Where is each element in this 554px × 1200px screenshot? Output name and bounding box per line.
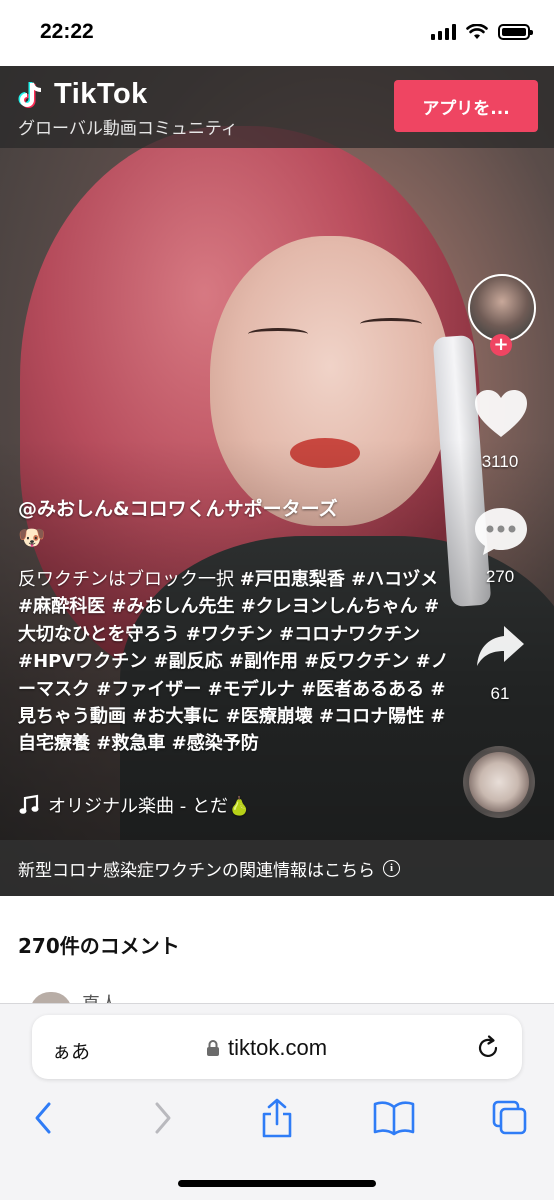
commenter-name[interactable]: 直人: [82, 990, 118, 1004]
wifi-icon: [466, 24, 488, 39]
hashtag-link[interactable]: #反ワクチン: [298, 651, 409, 672]
hashtag-link[interactable]: #ワクチン: [179, 624, 273, 645]
author-emoji: 🐶: [18, 526, 46, 551]
hashtag-link[interactable]: #感染予防: [165, 733, 259, 754]
share-sheet-icon[interactable]: [258, 1098, 296, 1138]
back-icon[interactable]: [30, 1098, 58, 1138]
tiktok-subtitle: グローバル動画コミュニティ: [18, 119, 238, 139]
hashtag-link[interactable]: #麻酔科医: [18, 596, 105, 617]
hashtag-list: #戸田恵梨香 #ハコヅメ #麻酔科医 #みおしん先生 #クレヨンしんちゃん #大…: [18, 569, 449, 754]
comment-icon[interactable]: [473, 505, 529, 557]
covid-info-banner[interactable]: 新型コロナ感染症ワクチンの関連情報はこちら i: [0, 840, 554, 896]
lock-icon: [207, 1040, 219, 1056]
bookmarks-icon[interactable]: [372, 1098, 416, 1138]
tabs-icon[interactable]: [490, 1098, 530, 1138]
hashtag-link[interactable]: #医者あるある: [295, 679, 424, 700]
music-title: オリジナル楽曲 - とだ🍐: [48, 796, 251, 817]
comment-count: 270: [485, 567, 515, 586]
hashtag-link[interactable]: #クレヨンしんちゃん: [234, 596, 418, 617]
status-bar: 22:22: [0, 0, 554, 66]
info-icon: i: [383, 859, 400, 877]
status-time: 22:22: [40, 20, 94, 43]
hashtag-link[interactable]: #モデルナ: [201, 679, 295, 700]
reload-icon[interactable]: [474, 1034, 502, 1062]
hashtag-link[interactable]: #お大事に: [126, 706, 219, 727]
caption-text: 反ワクチンはブロック一択: [18, 569, 234, 590]
cellular-signal-icon: [431, 24, 456, 40]
music-disc-icon[interactable]: [463, 746, 535, 818]
status-icons: [431, 24, 533, 40]
covid-banner-text: 新型コロナ感染症ワクチンの関連情報はこちら: [18, 860, 375, 881]
hashtag-link[interactable]: #コロナワクチン: [273, 624, 420, 645]
hashtag-link[interactable]: #副作用: [223, 651, 298, 672]
hashtag-link[interactable]: #副反応: [147, 651, 223, 672]
hashtag-link[interactable]: #ハコヅメ: [345, 569, 438, 590]
hashtag-link[interactable]: #救急車: [90, 733, 165, 754]
hashtag-link[interactable]: #戸田恵梨香: [240, 569, 345, 590]
tiktok-note-icon: [18, 81, 42, 108]
battery-icon: [498, 24, 533, 40]
page-settings-button[interactable]: ぁあ: [52, 1037, 90, 1064]
share-count: 61: [490, 684, 510, 703]
heart-icon[interactable]: [473, 388, 529, 440]
follow-plus-icon[interactable]: +: [490, 334, 512, 356]
open-app-button[interactable]: アプリを...: [394, 80, 538, 132]
creator-avatar[interactable]: [468, 274, 536, 342]
comments-title: 270件のコメント: [18, 934, 180, 958]
share-icon[interactable]: [474, 624, 526, 670]
hashtag-link[interactable]: #コロナ陽性: [313, 706, 424, 727]
tiktok-logo[interactable]: TikTok: [18, 78, 148, 111]
music-note-icon: [19, 794, 39, 814]
like-count: 3110: [481, 452, 519, 471]
tiktok-brand-name: TikTok: [54, 78, 148, 110]
forward-icon[interactable]: [148, 1098, 176, 1138]
url-display[interactable]: tiktok.com: [206, 1035, 327, 1061]
hashtag-link[interactable]: #ファイザー: [90, 679, 201, 700]
home-indicator[interactable]: [178, 1180, 376, 1187]
hashtag-link[interactable]: #医療崩壊: [219, 706, 313, 727]
video-caption: 反ワクチンはブロック一択 #戸田恵梨香 #ハコヅメ #麻酔科医 #みおしん先生 …: [18, 566, 454, 758]
hashtag-link[interactable]: #みおしん先生: [105, 596, 234, 617]
hashtag-link[interactable]: #HPVワクチン: [18, 651, 147, 672]
url-text: tiktok.com: [228, 1035, 328, 1060]
music-line[interactable]: オリジナル楽曲 - とだ🍐: [18, 792, 250, 818]
author-handle[interactable]: @みおしん&コロワくんサポーターズ: [18, 496, 458, 522]
